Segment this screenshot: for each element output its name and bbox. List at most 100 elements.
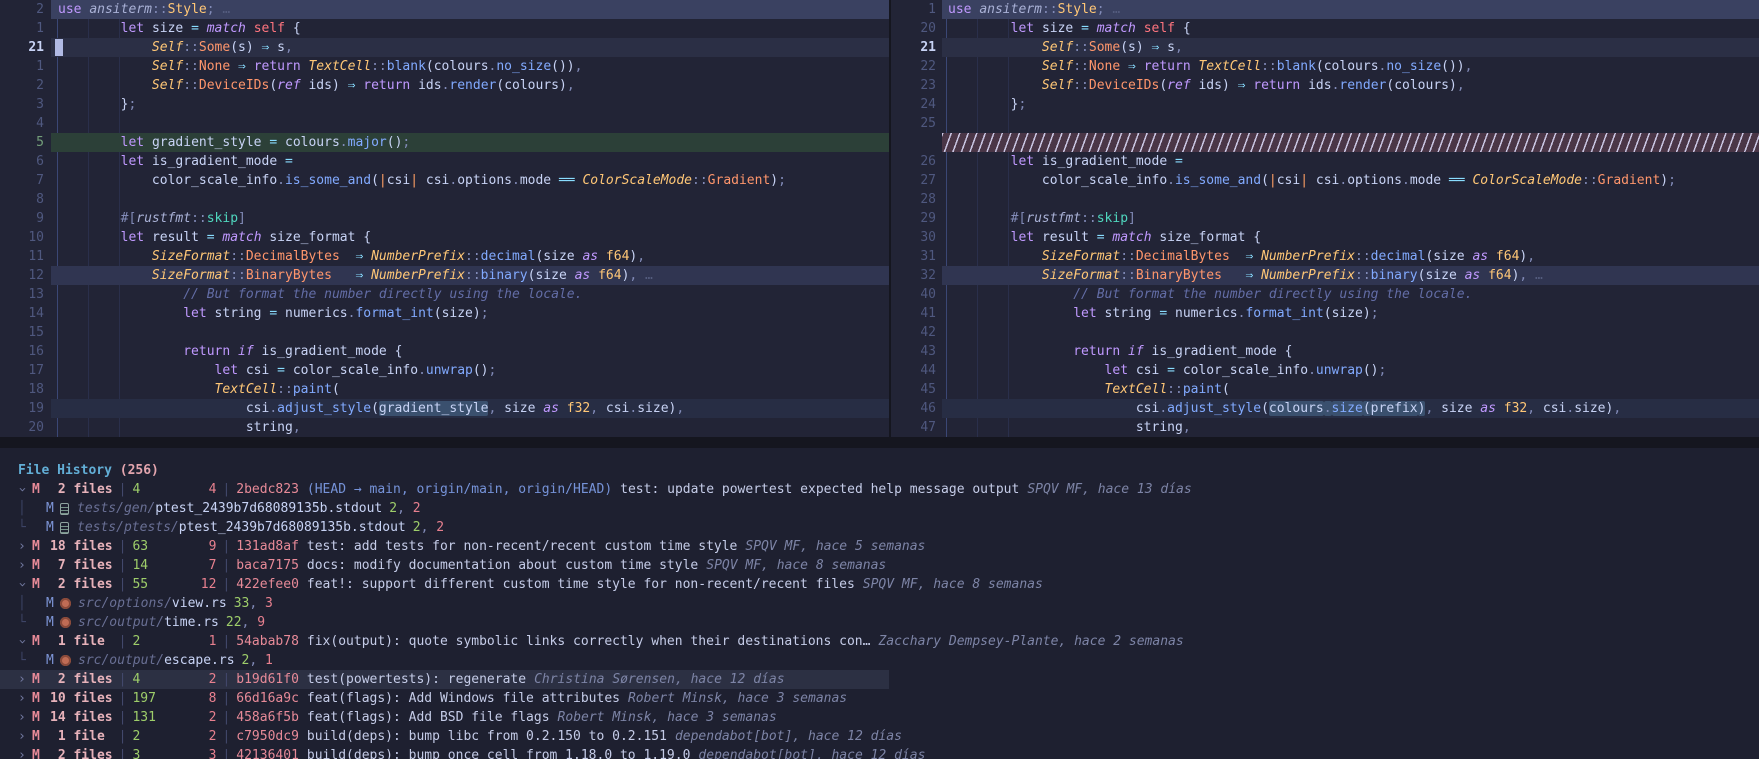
code-token: decimal (481, 249, 536, 264)
code-line[interactable]: 18 TextCell::paint( (0, 380, 889, 399)
code-line[interactable]: 1 Self::None ⇒ return TextCell::blank(co… (0, 57, 889, 76)
commit-row[interactable]: ›M 2 files|44|2bedc823(HEAD → main, orig… (0, 480, 1759, 499)
commit-row[interactable]: ›M 1 file |22|c7950dc9build(deps): bump … (0, 727, 1759, 746)
chevron-right-icon[interactable]: › (18, 537, 32, 556)
code-line[interactable]: 2 Self::DeviceIDs(ref ids) ⇒ return ids.… (0, 76, 889, 95)
code-token (340, 249, 356, 264)
code-line[interactable]: 44 let csi = color_scale_info.unwrap(); (891, 361, 1759, 380)
code-line[interactable]: 2use ansiterm::Style; … (0, 0, 889, 19)
code-token: ( (1159, 78, 1167, 93)
code-line-text: csi.adjust_style(colours.size(prefix), s… (942, 399, 1759, 418)
code-token: size (637, 401, 668, 416)
code-line[interactable]: 24 }; (891, 95, 1759, 114)
diff-pane-left[interactable]: 2use ansiterm::Style; …1 let size = matc… (0, 0, 889, 437)
line-number: 8 (0, 190, 44, 209)
code-line[interactable]: 31 SizeFormat::DecimalBytes ⇒ NumberPref… (891, 247, 1759, 266)
code-line[interactable]: 25 (891, 114, 1759, 133)
file-row[interactable]: │Mtests/gen/ptest_2439b7d68089135b.stdou… (0, 499, 1759, 518)
code-line-text: let result = match size_format { (942, 228, 1759, 247)
chevron-right-icon[interactable]: › (18, 746, 32, 759)
code-line[interactable]: 41 let string = numerics.format_int(size… (891, 304, 1759, 323)
code-line[interactable]: 21 Self::Some(s) ⇒ s, (891, 38, 1759, 57)
code-line[interactable]: 5 let gradient_style = colours.major(); (0, 133, 889, 152)
code-line[interactable]: 27 color_scale_info.is_some_and(|csi| cs… (891, 171, 1759, 190)
code-line[interactable]: 6 let is_gradient_mode = (0, 152, 889, 171)
code-line[interactable]: 15 (0, 323, 889, 342)
code-token: = (207, 230, 223, 245)
file-name: time.rs (164, 613, 219, 632)
code-line[interactable]: 7 color_scale_info.is_some_and(|csi| csi… (0, 171, 889, 190)
code-token: rustfmt (1026, 211, 1081, 226)
code-line[interactable]: 4 (0, 114, 889, 133)
commit-row[interactable]: ›M 2 files|5512|422efee0feat!: support d… (0, 575, 1759, 594)
code-line[interactable]: 3 }; (0, 95, 889, 114)
commit-row[interactable]: ›M 7 files|147|baca7175docs: modify docu… (0, 556, 1759, 575)
file-row[interactable]: │Msrc/options/view.rs33, 3 (0, 594, 1759, 613)
chevron-down-icon[interactable]: › (18, 480, 32, 499)
code-line[interactable]: 20 let size = match self { (891, 19, 1759, 38)
commit-row[interactable]: ›M 1 file |21|54abab78fix(output): quote… (0, 632, 1759, 651)
code-line[interactable]: 42 (891, 323, 1759, 342)
code-token: string (246, 420, 293, 435)
code-token: | (410, 173, 426, 188)
commit-row[interactable]: ›M14 files|1312|458a6f5bfeat(flags): Add… (0, 708, 1759, 727)
file-row[interactable]: └Msrc/output/time.rs22, 9 (0, 613, 1759, 632)
code-line[interactable]: 45 TextCell::paint( (891, 380, 1759, 399)
commit-row[interactable]: ›M18 files|639|131ad8aftest: add tests f… (0, 537, 1759, 556)
code-line[interactable]: 43 return if is_gradient_mode { (891, 342, 1759, 361)
code-token: ids (308, 78, 331, 93)
code-line[interactable]: 17 let csi = color_scale_info.unwrap(); (0, 361, 889, 380)
code-line[interactable]: 47 string, (891, 418, 1759, 437)
code-line[interactable]: 19 csi.adjust_style(gradient_style, size… (0, 399, 889, 418)
code-line[interactable]: 13 // But format the number directly usi… (0, 285, 889, 304)
code-line[interactable]: 29 #[rustfmt::skip] (891, 209, 1759, 228)
chevron-down-icon[interactable]: › (18, 632, 32, 651)
diff-pane-right[interactable]: 1use ansiterm::Style; …20 let size = mat… (891, 0, 1759, 437)
code-line[interactable] (891, 133, 1759, 152)
code-token: s (1167, 40, 1175, 55)
code-token: ; (481, 306, 489, 321)
code-line[interactable]: 28 (891, 190, 1759, 209)
commit-row[interactable]: ›M10 files|1978|66d16a9cfeat(flags): Add… (0, 689, 1759, 708)
code-token (58, 59, 152, 74)
code-line[interactable]: 1 let size = match self { (0, 19, 889, 38)
chevron-right-icon[interactable]: › (18, 727, 32, 746)
chevron-right-icon[interactable]: › (18, 670, 32, 689)
chevron-right-icon[interactable]: › (18, 708, 32, 727)
code-line-text: color_scale_info.is_some_and(|csi| csi.o… (942, 171, 1759, 190)
commit-row[interactable]: ›M 2 files|33|42136401build(deps): bump … (0, 746, 1759, 759)
chevron-down-icon[interactable]: › (18, 575, 32, 594)
code-line[interactable]: 20 string, (0, 418, 889, 437)
code-line[interactable]: 11 SizeFormat::DecimalBytes ⇒ NumberPref… (0, 247, 889, 266)
code-line[interactable]: 30 let result = match size_format { (891, 228, 1759, 247)
diff-stats: 2, 2 (406, 518, 444, 537)
commit-row[interactable]: ›M 2 files|42|b19d61f0test(powertests): … (0, 670, 1759, 689)
file-row[interactable]: └Mtests/ptests/ptest_2439b7d68089135b.st… (0, 518, 1759, 537)
code-line[interactable]: 26 let is_gradient_mode = (891, 152, 1759, 171)
code-line[interactable]: 14 let string = numerics.format_int(size… (0, 304, 889, 323)
file-history-panel[interactable]: File History (256) ›M 2 files|44|2bedc82… (0, 448, 1759, 759)
code-line[interactable]: 12 SizeFormat::BinaryBytes ⇒ NumberPrefi… (0, 266, 889, 285)
line-number: 16 (0, 342, 44, 361)
code-line[interactable]: 10 let result = match size_format { (0, 228, 889, 247)
code-line[interactable]: 9 #[rustfmt::skip] (0, 209, 889, 228)
code-token: ( (1222, 382, 1230, 397)
code-line[interactable]: 40 // But format the number directly usi… (891, 285, 1759, 304)
code-line[interactable]: 46 csi.adjust_style(colours.size(prefix)… (891, 399, 1759, 418)
code-line[interactable]: 21 Self::Some(s) ⇒ s, (0, 38, 889, 57)
chevron-right-icon[interactable]: › (18, 689, 32, 708)
code-token: no_size (1386, 59, 1441, 74)
code-line[interactable]: 22 Self::None ⇒ return TextCell::blank(c… (891, 57, 1759, 76)
code-token: ; (207, 2, 215, 17)
chevron-right-icon[interactable]: › (18, 556, 32, 575)
code-line[interactable]: 1use ansiterm::Style; … (891, 0, 1759, 19)
code-token: #[ (1011, 211, 1027, 226)
file-row[interactable]: └Msrc/output/escape.rs2, 1 (0, 651, 1759, 670)
code-token: gradient_style (152, 135, 269, 150)
code-line[interactable]: 8 (0, 190, 889, 209)
code-line[interactable]: 16 return if is_gradient_mode { (0, 342, 889, 361)
code-line[interactable]: 32 SizeFormat::BinaryBytes ⇒ NumberPrefi… (891, 266, 1759, 285)
code-token: | (1269, 173, 1277, 188)
code-line[interactable]: 23 Self::DeviceIDs(ref ids) ⇒ return ids… (891, 76, 1759, 95)
tree-branch-line: └ (18, 518, 32, 537)
